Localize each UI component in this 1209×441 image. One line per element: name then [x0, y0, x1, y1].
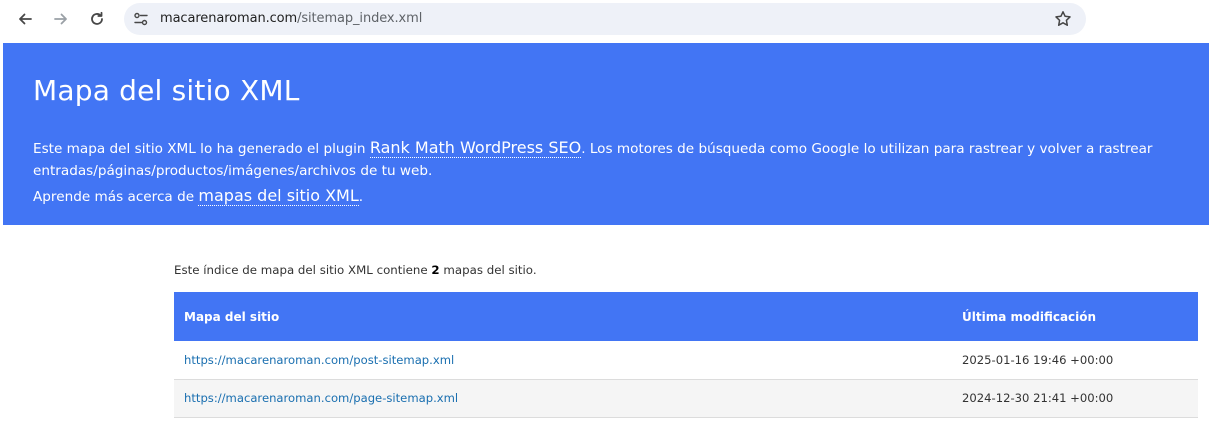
last-modified-cell: 2025-01-16 19:46 +00:00	[952, 341, 1198, 380]
sitemap-table: Mapa del sitio Última modificación https…	[174, 292, 1198, 418]
bookmark-star-icon[interactable]	[1054, 10, 1072, 28]
site-info-icon[interactable]	[133, 11, 149, 27]
table-header-row: Mapa del sitio Última modificación	[174, 292, 1198, 341]
sitemap-link[interactable]: https://macarenaroman.com/page-sitemap.x…	[184, 391, 458, 405]
reload-button[interactable]	[85, 7, 109, 31]
learn-more-text: Aprende más acerca de mapas del sitio XM…	[33, 184, 363, 209]
column-header-sitemap: Mapa del sitio	[174, 292, 952, 341]
sitemap-url-cell: https://macarenaroman.com/page-sitemap.x…	[174, 379, 952, 418]
sitemap-url-cell: https://macarenaroman.com/post-sitemap.x…	[174, 341, 952, 380]
sitemap-link[interactable]: https://macarenaroman.com/post-sitemap.x…	[184, 353, 454, 367]
table-row: https://macarenaroman.com/page-sitemap.x…	[174, 379, 1198, 418]
plugin-link[interactable]: Rank Math WordPress SEO	[369, 138, 582, 158]
learn-after: .	[358, 189, 364, 205]
back-arrow-icon	[19, 13, 32, 25]
reload-icon	[91, 11, 103, 25]
sitemap-count-summary: Este índice de mapa del sitio XML contie…	[174, 262, 537, 278]
forward-button[interactable]	[49, 7, 73, 31]
description-text: Este mapa del sitio XML lo ha generado e…	[33, 137, 1183, 182]
column-header-last-modified: Última modificación	[952, 292, 1198, 341]
url-host: macarenaroman.com	[160, 11, 298, 26]
url-text[interactable]: macarenaroman.com/sitemap_index.xml	[160, 11, 422, 27]
browser-toolbar: macarenaroman.com/sitemap_index.xml	[0, 0, 1209, 38]
back-button[interactable]	[13, 7, 37, 31]
address-bar[interactable]: macarenaroman.com/sitemap_index.xml	[124, 3, 1086, 35]
last-modified-cell: 2024-12-30 21:41 +00:00	[952, 379, 1198, 418]
header-banner: Mapa del sitio XML Este mapa del sitio X…	[3, 43, 1209, 225]
table-row: https://macarenaroman.com/post-sitemap.x…	[174, 341, 1198, 380]
page-title: Mapa del sitio XML	[33, 74, 300, 107]
url-path: /sitemap_index.xml	[297, 11, 423, 26]
description-before: Este mapa del sitio XML lo ha generado e…	[33, 141, 370, 157]
summary-after: mapas del sitio.	[439, 263, 537, 277]
sitemap-count: 2	[431, 263, 440, 277]
learn-before: Aprende más acerca de	[33, 189, 199, 205]
learn-more-link[interactable]: mapas del sitio XML	[198, 186, 359, 206]
forward-arrow-icon	[54, 13, 67, 25]
summary-before: Este índice de mapa del sitio XML contie…	[174, 263, 432, 277]
